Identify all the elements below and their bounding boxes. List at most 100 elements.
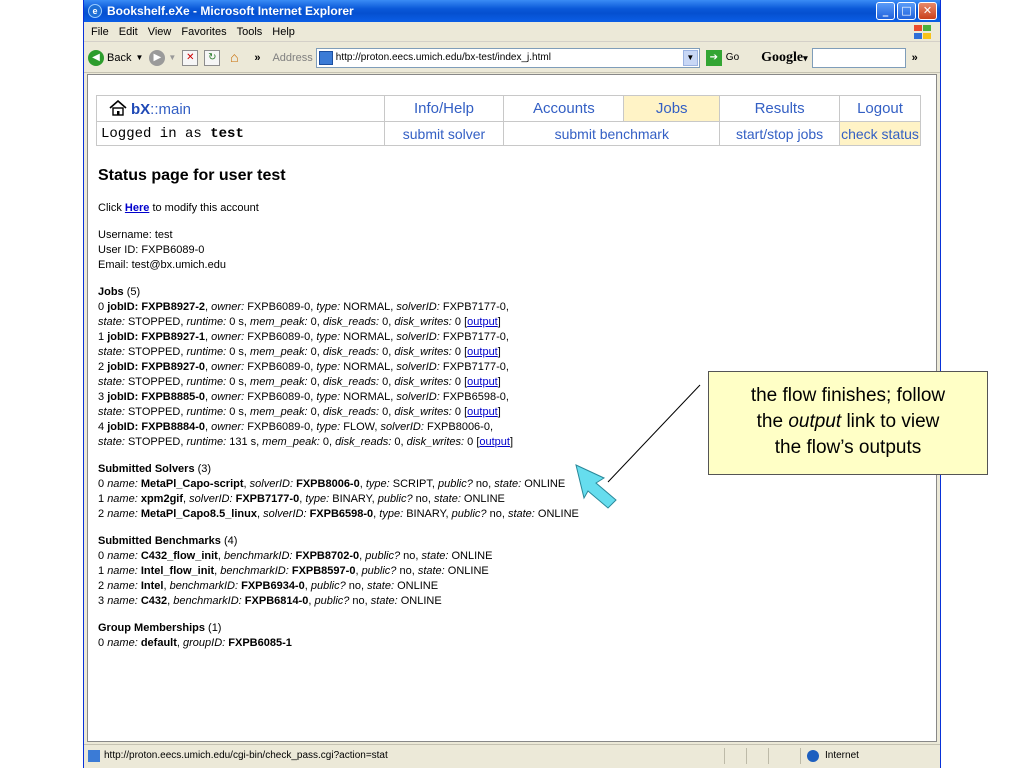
modify-account-link[interactable]: Here (125, 202, 149, 214)
logged-in-label: Logged in as test (96, 121, 385, 146)
menu-file[interactable]: File (91, 26, 109, 38)
benchmark-id: FXPB8597-0 (291, 565, 356, 577)
windows-flag-icon (912, 24, 932, 40)
back-label: Back (107, 51, 132, 64)
page-icon (88, 749, 100, 762)
job-output-link[interactable]: output (467, 376, 498, 388)
toolbar: ◀ Back ▼ ▶ ▼ ✕ ↻ ⌂ » Address http://prot… (84, 43, 940, 73)
solver-id: FXPB7177-0 (235, 493, 300, 505)
benchmark-name: C432 (140, 595, 168, 607)
nav-jobs[interactable]: Jobs (623, 95, 721, 122)
callout-line-1: the flow finishes; follow (750, 385, 946, 406)
menu-bar: File Edit View Favorites Tools Help (84, 22, 940, 42)
toolbar-chevron[interactable]: » (254, 52, 260, 64)
title-bar[interactable]: e Bookshelf.eXe - Microsoft Internet Exp… (84, 0, 940, 22)
home-icon[interactable]: ⌂ (226, 50, 242, 66)
solver-id: FXPB6598-0 (309, 508, 374, 520)
group-row: 0 name: default, groupID: FXPB6085-1 (98, 637, 292, 649)
benchmark-row: 1 name: Intel_flow_init, benchmarkID: FX… (98, 565, 489, 577)
home-icon (109, 99, 127, 116)
status-divider (768, 747, 790, 764)
benchmark-row: 0 name: C432_flow_init, benchmarkID: FXP… (98, 550, 493, 562)
job-output-link[interactable]: output (467, 346, 498, 358)
job-id: jobID: FXPB8927-1 (107, 331, 205, 343)
subnav-submit-benchmark[interactable]: submit benchmark (503, 121, 721, 146)
job-row-line1: 0 jobID: FXPB8927-2, owner: FXPB6089-0, … (98, 301, 509, 313)
solvers-list: 0 name: MetaPl_Capo-script, solverID: FX… (98, 477, 928, 522)
solver-row: 0 name: MetaPl_Capo-script, solverID: FX… (98, 478, 566, 490)
job-output-link[interactable]: output (467, 406, 498, 418)
job-id: jobID: FXPB8927-2 (107, 301, 205, 313)
nav-results[interactable]: Results (719, 95, 841, 122)
back-button[interactable]: ◀ Back ▼ (88, 49, 143, 66)
job-output-link[interactable]: output (479, 436, 510, 448)
go-button[interactable]: ➔ Go (705, 49, 739, 66)
job-row-line2: state: STOPPED, runtime: 0 s, mem_peak: … (98, 346, 501, 358)
solver-row: 1 name: xpm2gif, solverID: FXPB7177-0, t… (98, 493, 505, 505)
status-bar: http://proton.eecs.umich.edu/cgi-bin/che… (84, 744, 940, 766)
logged-in-user: test (210, 125, 244, 142)
benchmark-name: Intel_flow_init (140, 565, 215, 577)
benchmarks-heading: Submitted Benchmarks (4) (98, 535, 238, 547)
nav-logout[interactable]: Logout (839, 95, 921, 122)
address-field[interactable]: http://proton.eecs.umich.edu/bx-test/ind… (315, 47, 700, 68)
job-id: jobID: FXPB8927-0 (107, 361, 205, 373)
bx-main-logo[interactable]: bX::main (96, 95, 385, 122)
callout-line-3: the flow’s outputs (774, 437, 922, 458)
ie-logo-icon: e (88, 4, 102, 18)
nav-info-help[interactable]: Info/Help (383, 95, 505, 122)
callout-box: the flow finishes; follow the output lin… (708, 371, 988, 475)
menu-edit[interactable]: Edit (119, 26, 138, 38)
subnav-submit-solver[interactable]: submit solver (383, 121, 505, 146)
page-title: Status page for user test (98, 167, 286, 184)
forward-arrow-icon: ▶ (149, 49, 166, 66)
back-dropdown-icon[interactable]: ▼ (135, 53, 143, 62)
forward-dropdown-icon[interactable]: ▼ (168, 53, 176, 62)
subnav-check-status[interactable]: check status (839, 121, 921, 146)
menu-help[interactable]: Help (272, 26, 295, 38)
forward-button[interactable]: ▶ ▼ (149, 49, 176, 66)
status-url: http://proton.eecs.umich.edu/cgi-bin/che… (84, 749, 724, 762)
solver-id: FXPB8006-0 (296, 478, 360, 490)
google-logo[interactable]: Google▾ (761, 50, 808, 66)
status-divider (746, 747, 768, 764)
google-toolbar-chevron[interactable]: » (912, 52, 918, 64)
address-dropdown-icon[interactable]: ▼ (682, 49, 698, 66)
back-arrow-icon: ◀ (88, 49, 104, 66)
benchmark-id: FXPB6814-0 (244, 595, 309, 607)
address-label: Address (272, 51, 313, 64)
slide: e Bookshelf.eXe - Microsoft Internet Exp… (0, 0, 1024, 768)
benchmark-id: FXPB6934-0 (241, 580, 305, 592)
job-output-link[interactable]: output (467, 316, 498, 328)
window-title: Bookshelf.eXe - Microsoft Internet Explo… (107, 4, 354, 18)
maximize-button[interactable]: □ (897, 2, 916, 20)
subnav-start-stop-jobs[interactable]: start/stop jobs (719, 121, 841, 146)
bx-nav-table: bX::main Info/Help Accounts Jobs Results… (96, 95, 921, 146)
solver-name: xpm2gif (140, 493, 184, 505)
user-id-line: User ID: FXPB6089-0 (98, 244, 205, 256)
address-value: http://proton.eecs.umich.edu/bx-test/ind… (335, 52, 551, 63)
refresh-icon[interactable]: ↻ (204, 49, 221, 66)
job-row-line2: state: STOPPED, runtime: 0 s, mem_peak: … (98, 316, 501, 328)
google-search-input[interactable] (811, 47, 906, 68)
solver-name: MetaPl_Capo8.5_linux (140, 508, 257, 520)
job-id: jobID: FXPB8884-0 (107, 421, 205, 433)
stop-icon[interactable]: ✕ (182, 49, 199, 66)
group-name: default (140, 637, 177, 649)
email-line: Email: test@bx.umich.edu (98, 259, 226, 271)
security-zone[interactable]: Internet (800, 747, 920, 764)
jobs-heading: Jobs (5) (98, 286, 141, 298)
benchmark-id: FXPB8702-0 (295, 550, 360, 562)
globe-icon (807, 749, 819, 762)
modify-account-line: Click Here to modify this account (98, 202, 259, 214)
callout-line-2: the output link to view (756, 411, 940, 432)
menu-tools[interactable]: Tools (237, 26, 263, 38)
close-button[interactable]: ✕ (918, 2, 937, 20)
menu-view[interactable]: View (148, 26, 172, 38)
menu-favorites[interactable]: Favorites (181, 26, 226, 38)
username-line: Username: test (98, 229, 173, 241)
nav-accounts[interactable]: Accounts (503, 95, 625, 122)
benchmark-row: 2 name: Intel, benchmarkID: FXPB6934-0, … (98, 580, 439, 592)
go-arrow-icon: ➔ (705, 49, 722, 66)
minimize-button[interactable]: _ (876, 2, 895, 20)
